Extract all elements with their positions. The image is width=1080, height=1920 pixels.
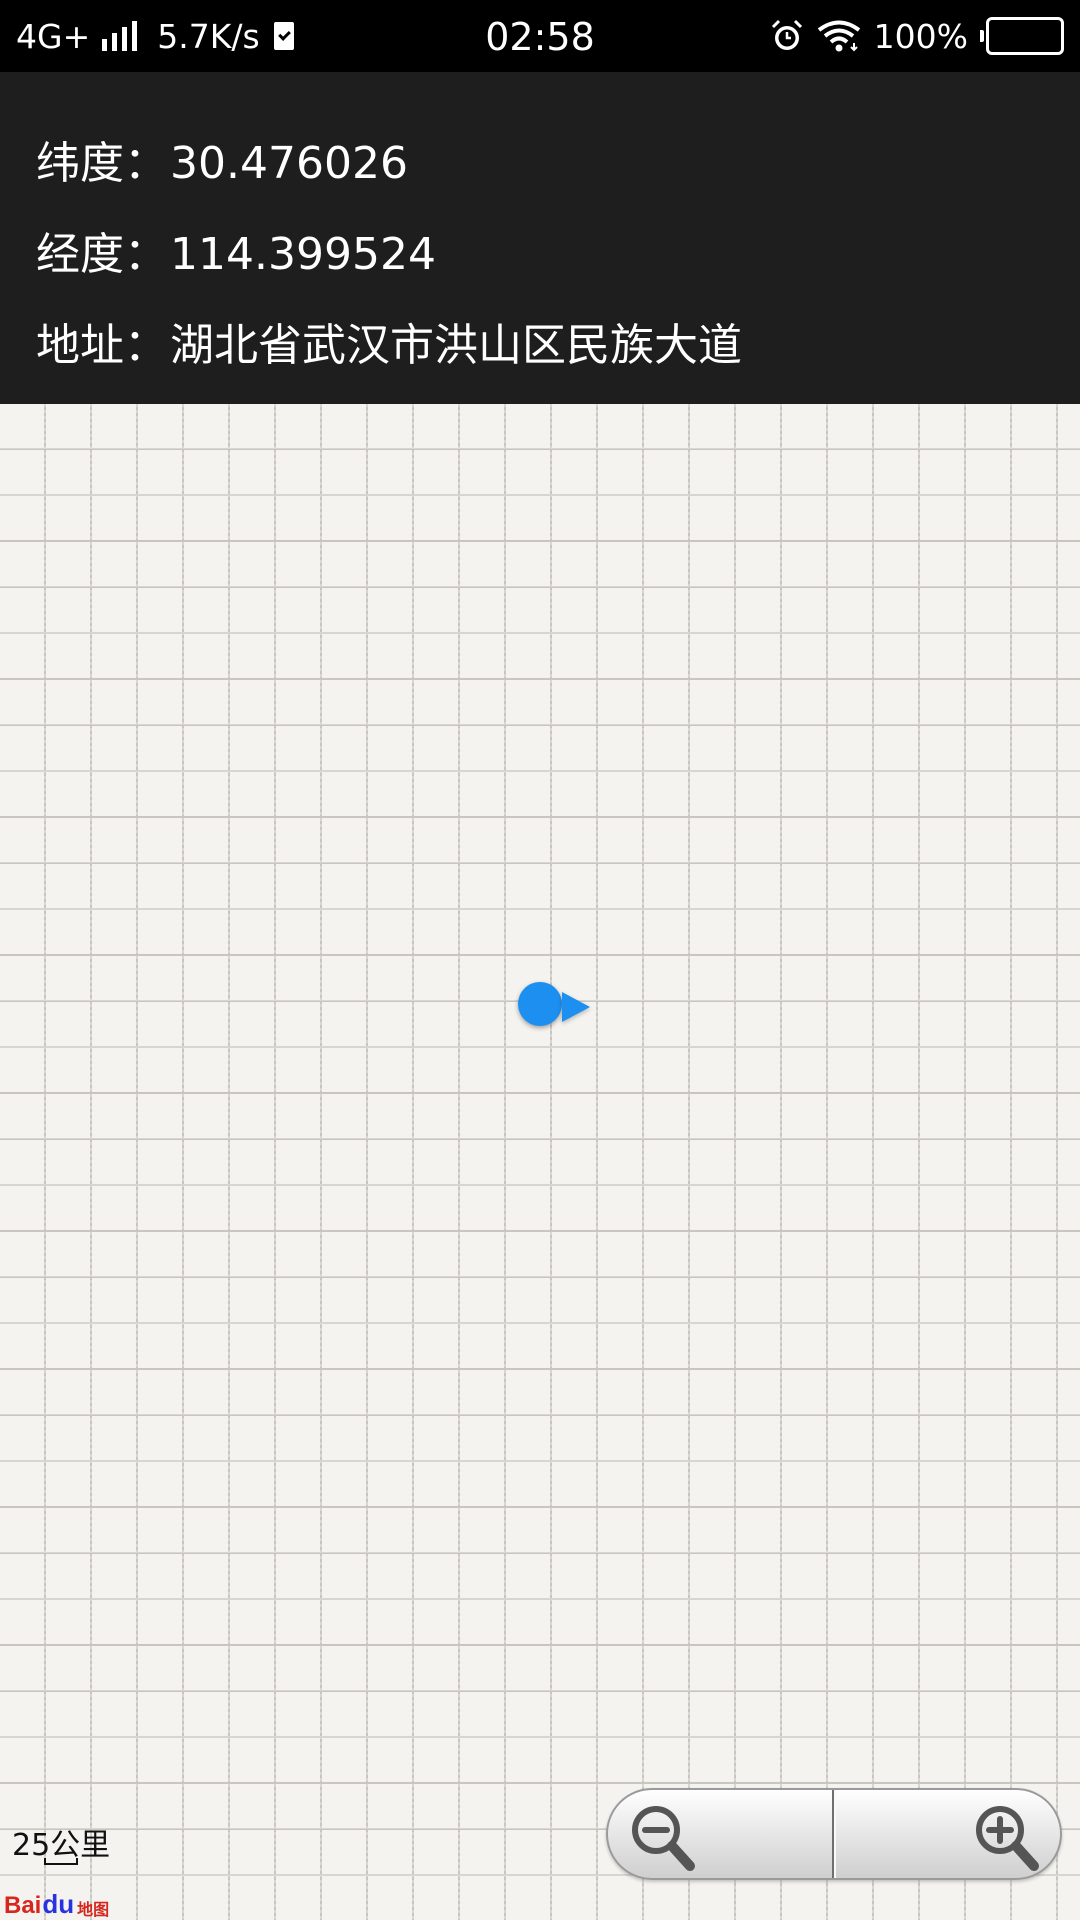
address-value: 湖北省武汉市洪山区民族大道 xyxy=(170,320,742,371)
alarm-icon xyxy=(771,19,802,50)
status-bar: 4G+ 5.7K/s 02:58 100% xyxy=(0,0,1080,72)
longitude-label: 经度： xyxy=(36,229,168,280)
map-scale-bar xyxy=(44,1858,78,1865)
wifi-icon xyxy=(817,20,860,52)
latitude-label: 纬度： xyxy=(36,138,168,189)
latitude-row: 纬度：30.476026 xyxy=(36,134,408,194)
address-row: 地址：湖北省武汉市洪山区民族大道 xyxy=(36,316,742,376)
logo-paw: du xyxy=(42,1889,75,1919)
logo-ditu: 地图 xyxy=(77,1902,110,1919)
direction-arrow-icon xyxy=(562,992,590,1022)
zoom-control xyxy=(606,1788,1062,1880)
logo-text: Bai xyxy=(4,1892,42,1919)
baidu-map-logo: Bai du 地图 xyxy=(4,1884,109,1920)
status-right: 100% xyxy=(770,0,1064,72)
location-info-panel: 纬度：30.476026 经度：114.399524 地址：湖北省武汉市洪山区民… xyxy=(0,72,1080,404)
zoom-out-button[interactable] xyxy=(608,1790,832,1878)
longitude-row: 经度：114.399524 xyxy=(36,225,436,285)
battery-percent: 100% xyxy=(873,16,968,56)
zoom-in-button[interactable] xyxy=(836,1790,1060,1878)
longitude-value: 114.399524 xyxy=(170,229,436,280)
current-location-marker[interactable] xyxy=(518,972,598,1032)
location-dot-icon xyxy=(518,982,562,1026)
battery-icon xyxy=(980,17,1064,55)
zoom-out-icon xyxy=(632,1806,695,1871)
latitude-value: 30.476026 xyxy=(170,138,408,189)
address-label: 地址： xyxy=(36,320,168,371)
map-view[interactable] xyxy=(0,404,1080,1920)
zoom-in-icon xyxy=(976,1806,1039,1871)
